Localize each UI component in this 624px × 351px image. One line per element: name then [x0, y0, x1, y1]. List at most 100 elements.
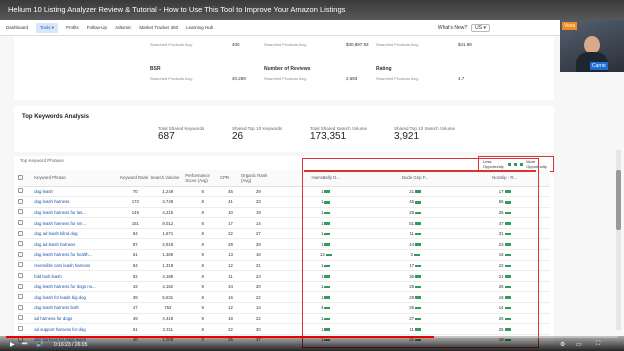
- whats-new-link[interactable]: What's New?: [438, 25, 467, 31]
- nav-dashboard[interactable]: Dashboard: [6, 25, 28, 30]
- marketplace-select[interactable]: US ▾: [471, 24, 490, 32]
- col-organic[interactable]: Organic Rank (Avg): [240, 170, 276, 187]
- keyword-rank: 47: [120, 302, 151, 314]
- organic-rank: 28: [240, 238, 276, 251]
- volume-icon[interactable]: 🔊: [36, 341, 43, 348]
- cpr: 11: [220, 270, 241, 282]
- keyword-rank: 149: [120, 207, 151, 219]
- keyword-rank: 70: [120, 186, 151, 198]
- row-checkbox[interactable]: [18, 230, 23, 236]
- nav-market-tracker[interactable]: Market Tracker 360: [139, 25, 178, 30]
- organic-rank: 20: [240, 281, 276, 293]
- perf-score: 8: [185, 249, 221, 261]
- stat-reviews: Number of Reviews Searched Products Avg:…: [264, 66, 358, 81]
- col-cpr[interactable]: CPR: [220, 170, 241, 187]
- nav-tools[interactable]: Tools ▾: [36, 22, 59, 33]
- keyword-rank: 61: [120, 249, 151, 261]
- fullscreen-icon[interactable]: ⛶: [596, 341, 600, 348]
- cpr: 13: [220, 249, 241, 261]
- row-checkbox[interactable]: [18, 262, 23, 268]
- stat-r1-c1: Searched Products Avg: 400: [150, 42, 240, 47]
- metric-top10-keywords: Shared Top 10 Keywords 26: [232, 126, 283, 142]
- scrollbar[interactable]: [616, 150, 621, 330]
- perf-score: 8: [185, 291, 221, 304]
- organic-rank: 14: [240, 302, 276, 314]
- row-checkbox[interactable]: [18, 241, 23, 247]
- webcam-overlay: Vova Carrie: [560, 20, 624, 72]
- perf-score: 8: [185, 270, 221, 282]
- keyword-phrase[interactable]: dog leash harness: [34, 196, 121, 208]
- organic-rank: 33: [240, 196, 276, 208]
- row-checkbox[interactable]: [18, 326, 23, 332]
- row-checkbox[interactable]: [18, 251, 23, 257]
- keyword-rank: 84: [120, 260, 151, 272]
- keyword-phrase[interactable]: reversible cars leash harness: [34, 260, 121, 272]
- row-checkbox[interactable]: [18, 294, 23, 300]
- theater-icon[interactable]: ▭: [576, 341, 582, 348]
- row-checkbox[interactable]: [18, 304, 23, 310]
- row-checkbox[interactable]: [18, 188, 23, 194]
- organic-rank: 14: [240, 217, 276, 229]
- nav-learning-hub[interactable]: Learning Hub: [186, 25, 213, 30]
- cpr: 22: [220, 323, 241, 335]
- search-volume: 4,182: [150, 281, 186, 293]
- keyword-phrase[interactable]: ad harness for dogs: [34, 313, 121, 325]
- col-rank[interactable]: Keyword Rank: [120, 170, 151, 187]
- keyword-phrase[interactable]: ad support harness for dog: [34, 323, 121, 335]
- search-volume: 2,918: [150, 238, 186, 251]
- keyword-phrase[interactable]: dog leash harness for las...: [34, 207, 121, 219]
- perf-score: 8: [185, 217, 221, 229]
- keyword-phrase[interactable]: dog ad leash harness: [34, 238, 121, 251]
- keyword-phrase[interactable]: dog leash harness for sm...: [34, 217, 121, 229]
- keyword-phrase[interactable]: dog leash harness for health...: [34, 249, 121, 261]
- col-volume[interactable]: Search Volume: [150, 170, 186, 187]
- progress-bar[interactable]: [6, 336, 618, 338]
- stat-r1-c2: Searched Products Avg: $30,897.83: [264, 42, 369, 47]
- organic-rank: 27: [240, 228, 276, 240]
- keyword-rank: 61: [120, 323, 151, 335]
- row-checkbox[interactable]: [18, 220, 23, 226]
- cpr: 12: [220, 260, 241, 272]
- search-volume: 5,631: [150, 291, 186, 304]
- col-perf[interactable]: Performance Score (Avg): [185, 170, 221, 187]
- cpr: 34: [220, 281, 241, 293]
- search-volume: 762: [150, 302, 186, 314]
- perf-score: 8: [185, 323, 221, 335]
- perf-score: 8: [185, 228, 221, 240]
- keyword-phrase[interactable]: dog leash: [34, 186, 121, 198]
- organic-rank: 29: [240, 186, 276, 198]
- nav-adtomic[interactable]: Adtomic: [115, 25, 131, 30]
- keyword-phrase[interactable]: dog ad leash blind dog: [34, 228, 121, 240]
- perf-score: 8: [185, 186, 221, 198]
- perf-score: 8: [185, 238, 221, 251]
- nav-follow-up[interactable]: Follow-Up: [87, 25, 107, 30]
- keyword-rank: 49: [120, 313, 151, 325]
- keyword-phrase[interactable]: fold lash leash: [34, 270, 121, 282]
- row-checkbox[interactable]: [18, 273, 23, 279]
- organic-rank: 19: [240, 207, 276, 219]
- listing-stats-panel: Searched Products Avg: 400 Searched Produ…: [14, 36, 554, 100]
- video-title[interactable]: Helium 10 Listing Analyzer Review & Tuto…: [0, 0, 624, 20]
- keyword-phrase[interactable]: dog leash harness both: [34, 302, 121, 314]
- col-keyword[interactable]: Keyword Phrase: [34, 170, 121, 187]
- row-checkbox[interactable]: [18, 198, 23, 204]
- search-volume: 3,749: [150, 196, 186, 208]
- scrollbar-thumb[interactable]: [616, 170, 621, 230]
- next-icon[interactable]: ⏭: [22, 341, 27, 348]
- play-icon[interactable]: ▶: [10, 341, 15, 348]
- row-checkbox[interactable]: [18, 283, 23, 289]
- cpr: 17: [220, 217, 241, 229]
- perf-score: 8: [185, 302, 221, 314]
- select-all-checkbox[interactable]: [18, 174, 23, 180]
- keyword-phrase[interactable]: dog leash harness for dogs no...: [34, 281, 121, 293]
- row-checkbox[interactable]: [18, 209, 23, 215]
- settings-icon[interactable]: ⚙: [560, 341, 565, 348]
- stat-bsr: BSR Searched Products Avg: 40,289: [150, 66, 246, 81]
- metric-top10-volume: Shared Top 10 Search Volume 3,921: [394, 126, 455, 142]
- keyword-rank: 87: [120, 238, 151, 251]
- nav-profits[interactable]: Profits: [66, 25, 79, 30]
- row-checkbox[interactable]: [18, 315, 23, 321]
- keyword-phrase[interactable]: dog leash for leads big dog: [34, 291, 121, 304]
- search-volume: 1,249: [150, 186, 186, 198]
- search-volume: 9,012: [150, 217, 186, 229]
